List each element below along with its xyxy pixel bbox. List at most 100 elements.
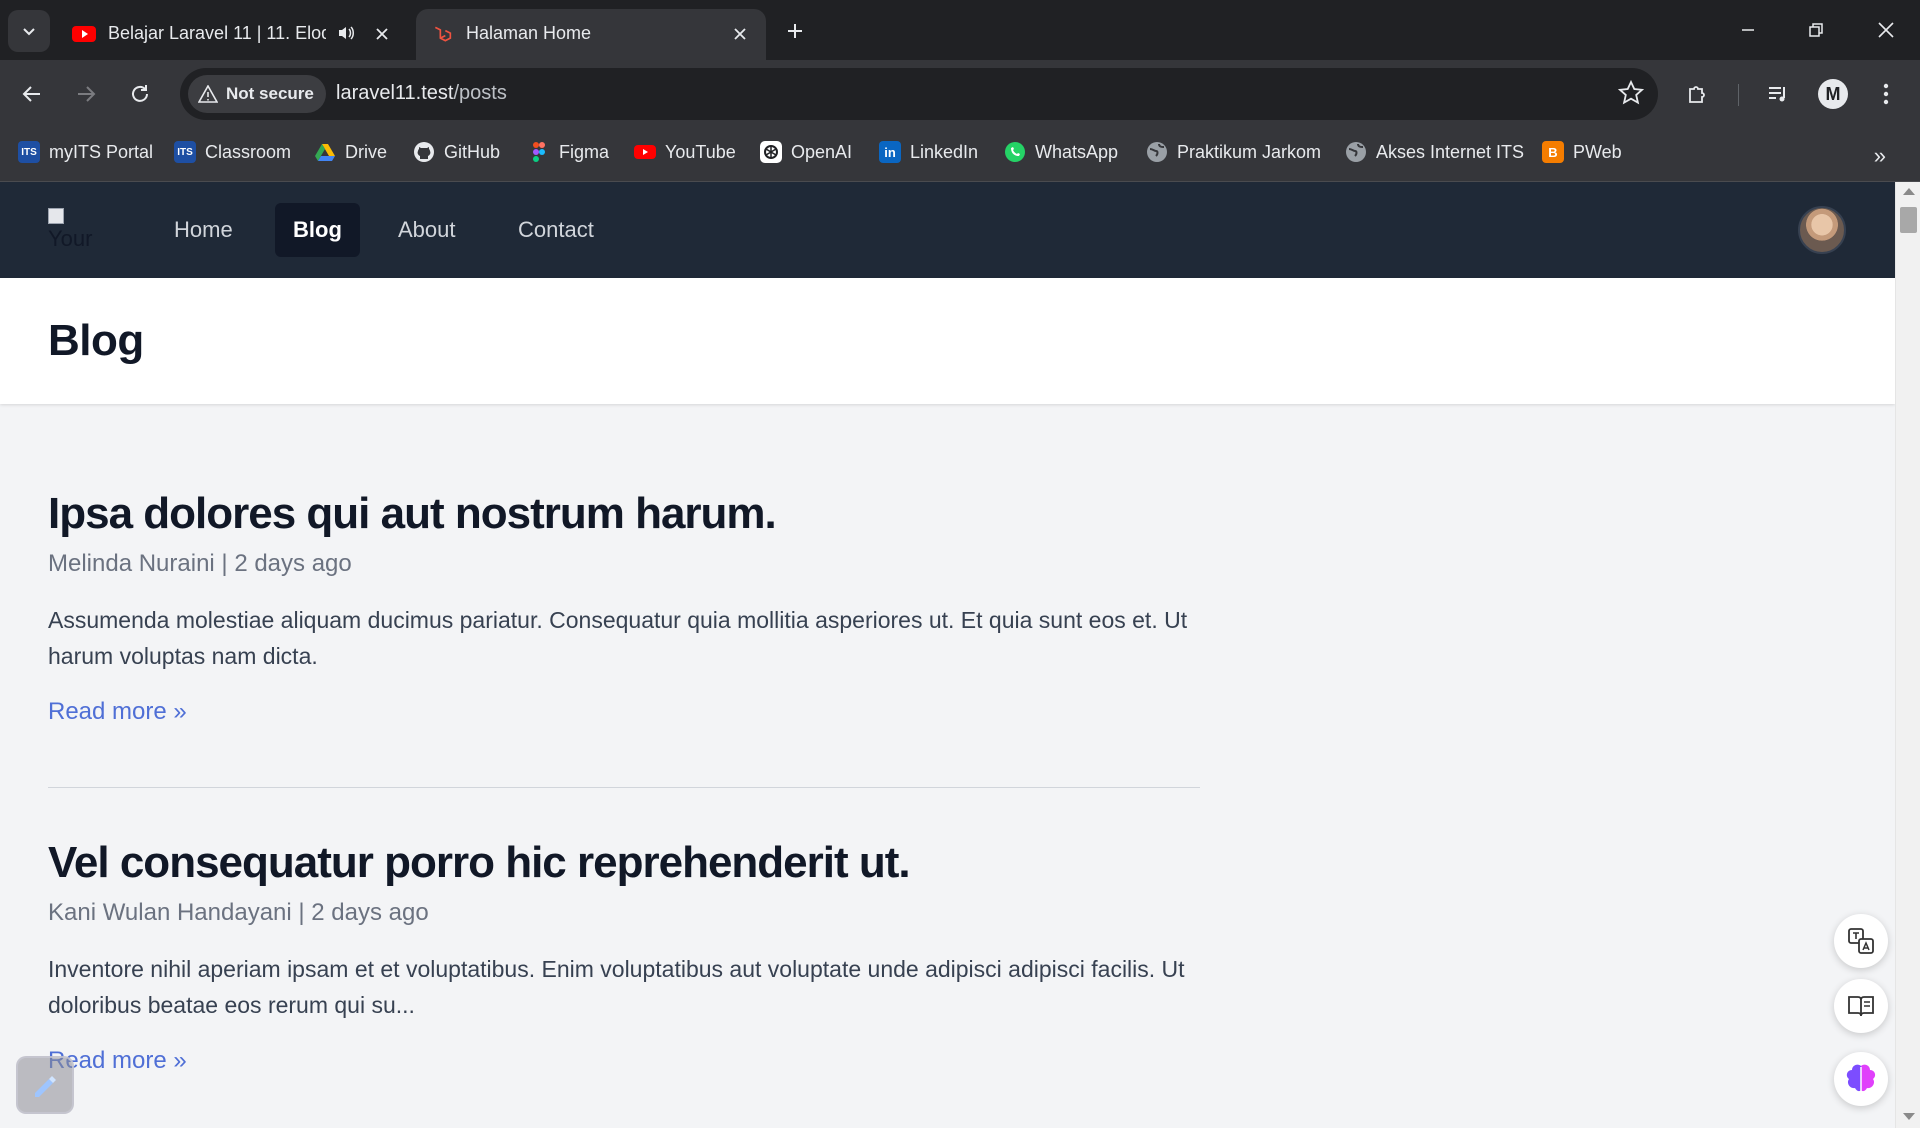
post-meta: Kani Wulan Handayani | 2 days ago	[48, 899, 429, 926]
figma-icon	[533, 142, 545, 162]
url-text[interactable]: laravel11.test/posts	[336, 82, 507, 105]
close-tab-icon[interactable]	[370, 22, 394, 46]
close-window-button[interactable]	[1862, 12, 1910, 48]
bookmark-myits-portal[interactable]: ITS myITS Portal	[18, 141, 153, 163]
reader-mode-button[interactable]	[1834, 979, 1888, 1033]
post-title[interactable]: Vel consequatur porro hic reprehenderit …	[48, 837, 1200, 889]
globe-icon	[1147, 142, 1167, 162]
bookmark-whatsapp[interactable]: WhatsApp	[1004, 141, 1118, 163]
translate-button[interactable]	[1834, 914, 1888, 968]
drive-icon	[315, 144, 335, 161]
more-bookmarks-icon[interactable]: »	[1874, 143, 1886, 169]
post-card: Ipsa dolores qui aut nostrum harum. Meli…	[48, 488, 1200, 726]
tab-search-button[interactable]	[8, 10, 50, 52]
arrow-left-icon	[22, 86, 40, 102]
bookmark-label: PWeb	[1573, 141, 1622, 162]
ai-assistant-button[interactable]	[1834, 1052, 1888, 1106]
pen-icon	[35, 1076, 56, 1097]
bookmark-classroom[interactable]: ITS Classroom	[174, 141, 291, 163]
bookmark-label: YouTube	[665, 141, 736, 162]
openai-icon	[760, 141, 782, 163]
forward-button[interactable]	[66, 74, 106, 114]
close-tab-icon[interactable]	[728, 22, 752, 46]
nav-link-about[interactable]: About	[380, 203, 474, 257]
site-navbar: Your Company Home Blog About Contact	[0, 182, 1895, 278]
more-vertical-icon	[1883, 83, 1889, 105]
bookmark-figma[interactable]: Figma	[528, 141, 609, 163]
book-open-icon	[1848, 996, 1874, 1017]
tab-title: Halaman Home	[466, 23, 592, 43]
broken-image-icon	[48, 208, 64, 224]
read-more-link[interactable]: Read more »	[48, 698, 187, 726]
bookmark-pweb[interactable]: B PWeb	[1542, 141, 1622, 163]
tab-youtube[interactable]: Belajar Laravel 11 | 11. Eloquent	[58, 9, 408, 60]
url-path: /posts	[453, 82, 507, 104]
bookmark-star-icon[interactable]	[1618, 80, 1644, 106]
screen-annotation-button[interactable]	[16, 1056, 74, 1114]
translate-icon	[1848, 928, 1874, 954]
brain-icon	[1846, 1064, 1876, 1092]
bookmark-label: Classroom	[205, 141, 292, 162]
restore-button[interactable]	[1792, 12, 1840, 48]
media-control-button[interactable]	[1758, 74, 1798, 114]
restore-icon	[1809, 23, 1823, 37]
bookmark-linkedin[interactable]: in LinkedIn	[879, 141, 978, 163]
globe-icon	[1346, 142, 1366, 162]
browser-toolbar: Not secure laravel11.test/posts M	[0, 60, 1920, 128]
toolbar-separator	[1738, 84, 1739, 106]
minimize-button[interactable]	[1724, 12, 1772, 48]
new-tab-button[interactable]	[780, 16, 810, 46]
profile-avatar[interactable]: M	[1818, 79, 1848, 109]
bookmark-label: Figma	[559, 141, 610, 162]
blogger-icon: B	[1542, 141, 1564, 163]
browser-menu-button[interactable]	[1866, 74, 1906, 114]
reload-button[interactable]	[120, 74, 160, 114]
post-meta: Melinda Nuraini | 2 days ago	[48, 550, 352, 577]
bookmark-openai[interactable]: OpenAI	[760, 141, 852, 163]
web-page: Your Company Home Blog About Contact Blo…	[0, 182, 1895, 1128]
bookmark-akses-internet-its[interactable]: Akses Internet ITS	[1345, 141, 1524, 163]
plus-icon	[788, 24, 802, 38]
bookmark-github[interactable]: GitHub	[413, 141, 500, 163]
laravel-icon	[434, 26, 452, 42]
youtube-icon	[72, 26, 96, 42]
reload-icon	[132, 85, 148, 102]
youtube-icon	[634, 145, 656, 159]
site-logo[interactable]: Your Company	[48, 206, 96, 254]
bookmark-label: Drive	[345, 141, 388, 162]
post-title[interactable]: Ipsa dolores qui aut nostrum harum.	[48, 488, 1200, 540]
user-avatar[interactable]	[1798, 206, 1846, 254]
nav-link-home[interactable]: Home	[156, 203, 251, 257]
page-scrollbar[interactable]	[1895, 182, 1920, 1128]
security-label: Not secure	[226, 84, 314, 103]
github-icon	[414, 142, 434, 162]
linkedin-icon: in	[879, 141, 901, 163]
bookmark-praktikum-jarkom[interactable]: Praktikum Jarkom	[1146, 141, 1321, 163]
bookmarks-bar: ITS myITS Portal ITS Classroom Drive Git…	[0, 128, 1920, 182]
security-badge[interactable]: Not secure	[188, 75, 326, 113]
scroll-thumb[interactable]	[1900, 207, 1917, 233]
warning-icon	[198, 85, 218, 103]
minimize-icon	[1742, 29, 1754, 31]
post-divider	[48, 787, 1200, 788]
bookmark-label: GitHub	[444, 141, 501, 162]
bookmark-label: OpenAI	[791, 141, 853, 162]
bookmark-label: Praktikum Jarkom	[1177, 141, 1322, 162]
queue-music-icon	[1769, 87, 1785, 102]
tab-halaman-home[interactable]: Halaman Home	[416, 9, 766, 60]
extensions-button[interactable]	[1678, 74, 1718, 114]
post-excerpt: Inventore nihil aperiam ipsam et et volu…	[48, 956, 1185, 1018]
bookmark-youtube[interactable]: YouTube	[634, 141, 736, 163]
scroll-down-icon[interactable]	[1903, 1113, 1915, 1120]
bookmark-label: WhatsApp	[1035, 141, 1119, 162]
whatsapp-icon	[1005, 142, 1025, 162]
post-excerpt: Assumenda molestiae aliquam ducimus pari…	[48, 607, 1188, 669]
address-bar[interactable]: Not secure laravel11.test/posts	[180, 68, 1658, 120]
scroll-up-icon[interactable]	[1903, 188, 1915, 195]
bookmark-drive[interactable]: Drive	[314, 141, 387, 163]
nav-link-contact[interactable]: Contact	[500, 203, 612, 257]
speaker-icon[interactable]	[336, 23, 356, 43]
back-button[interactable]	[12, 74, 52, 114]
its-icon: ITS	[174, 141, 196, 163]
nav-link-blog[interactable]: Blog	[275, 203, 360, 257]
